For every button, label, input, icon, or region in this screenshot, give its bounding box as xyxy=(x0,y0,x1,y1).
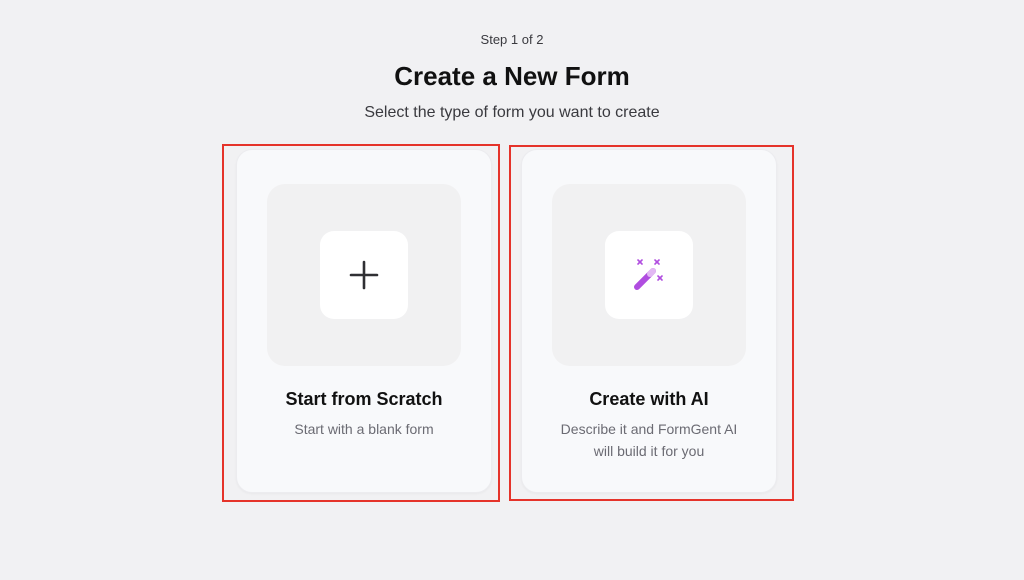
card-illustration xyxy=(552,184,746,366)
icon-tile xyxy=(605,231,693,319)
start-from-scratch-card[interactable]: Start from Scratch Start with a blank fo… xyxy=(236,149,492,493)
plus-icon xyxy=(349,260,379,290)
page-title: Create a New Form xyxy=(394,61,630,91)
card-illustration xyxy=(267,184,461,366)
magic-wand-icon xyxy=(634,259,663,290)
card-description: Describe it and FormGent AI will build i… xyxy=(560,421,738,459)
create-with-ai-card[interactable]: Create with AI Describe it and FormGent … xyxy=(521,149,777,493)
card-title: Start from Scratch xyxy=(285,389,443,409)
step-indicator: Step 1 of 2 xyxy=(480,32,544,47)
card-description: Start with a blank form xyxy=(294,421,434,437)
icon-tile xyxy=(320,231,408,319)
card-title: Create with AI xyxy=(589,389,709,409)
page-subtitle: Select the type of form you want to crea… xyxy=(364,104,660,121)
